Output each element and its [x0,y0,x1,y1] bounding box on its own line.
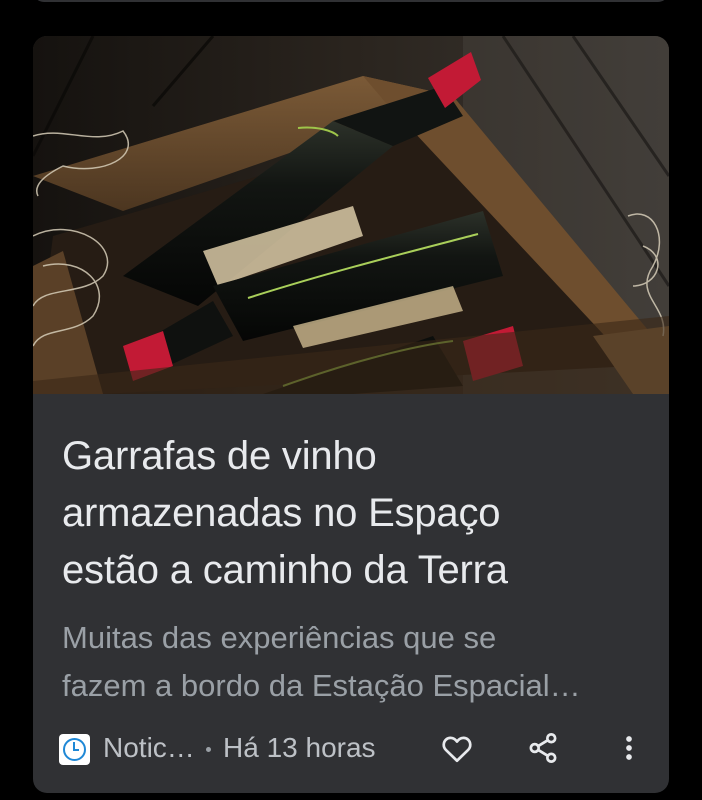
title-line: estão a caminho da Terra [62,548,508,592]
source-name[interactable]: Notic… [103,732,195,764]
snippet-line: Muitas das experiências que se [62,620,497,655]
previous-card[interactable] [33,0,669,2]
more-vert-icon [626,736,632,760]
heart-icon [442,736,472,763]
more-options-button[interactable] [611,730,647,766]
title-line: Garrafas de vinho [62,434,377,478]
article-snippet: Muitas das experiências que se fazem a b… [62,614,652,710]
article-title[interactable]: Garrafas de vinho armazenadas no Espaço … [62,428,652,599]
like-button[interactable] [439,730,475,766]
snippet-line: fazem a bordo da Estação Espacial… [62,668,581,703]
share-button[interactable] [525,730,561,766]
separator-dot [206,747,211,752]
publish-time: Há 13 horas [223,732,376,763]
news-card[interactable]: Garrafas de vinho armazenadas no Espaço … [33,36,669,793]
clock-logo-icon[interactable] [59,734,90,765]
article-image[interactable] [33,36,669,394]
card-footer: Notic… Há 13 horas [33,724,669,774]
title-line: armazenadas no Espaço [62,491,501,535]
share-icon [529,733,557,763]
